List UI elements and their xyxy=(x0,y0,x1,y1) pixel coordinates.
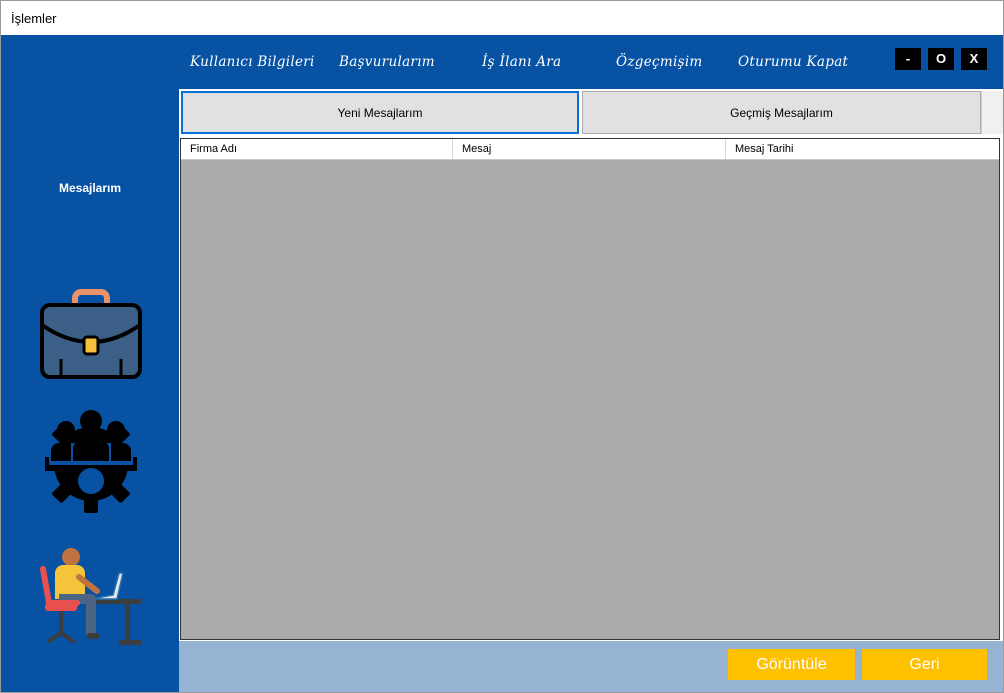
tab-new-messages[interactable]: Yeni Mesajlarım xyxy=(181,91,579,134)
bottom-action-bar: Görüntüle Geri xyxy=(179,641,1003,692)
tab-strip-end xyxy=(981,91,1003,134)
minimize-button[interactable]: - xyxy=(895,48,921,70)
person-at-desk-icon xyxy=(40,548,141,645)
column-header-firma-adi[interactable]: Firma Adı xyxy=(181,139,453,159)
column-header-mesaj-tarihi[interactable]: Mesaj Tarihi xyxy=(726,139,999,159)
nav-oturumu-kapat[interactable]: Oturumu Kapat xyxy=(738,54,848,70)
window-title: İşlemler xyxy=(11,11,57,26)
nav-is-ilani-ara[interactable]: İş İlanı Ara xyxy=(482,54,561,70)
nav-ozgecmisim[interactable]: Özgeçmişim xyxy=(616,54,703,70)
nav-basvurularim[interactable]: Başvurularım xyxy=(339,54,435,70)
messages-table[interactable]: Firma Adı Mesaj Mesaj Tarihi xyxy=(180,138,1000,640)
maximize-button[interactable]: O xyxy=(928,48,954,70)
title-bar: İşlemler xyxy=(1,1,1003,35)
view-button[interactable]: Görüntüle xyxy=(728,649,855,680)
app-window: İşlemler Mesajlarım Kullanıcı Bilgileri … xyxy=(0,0,1004,693)
message-tabs: Yeni Mesajlarım Geçmiş Mesajlarım xyxy=(179,89,1003,138)
sidebar: Mesajlarım xyxy=(1,35,179,692)
team-gear-icon xyxy=(45,410,137,513)
back-button[interactable]: Geri xyxy=(862,649,987,680)
briefcase-icon xyxy=(40,289,142,379)
sidebar-section-label: Mesajlarım xyxy=(58,181,122,195)
tab-past-messages[interactable]: Geçmiş Mesajlarım xyxy=(582,91,981,134)
table-header: Firma Adı Mesaj Mesaj Tarihi xyxy=(181,139,999,160)
nav-kullanici-bilgileri[interactable]: Kullanıcı Bilgileri xyxy=(190,54,315,70)
column-header-mesaj[interactable]: Mesaj xyxy=(453,139,726,159)
top-navigation-bar: Kullanıcı Bilgileri Başvurularım İş İlan… xyxy=(179,35,1003,89)
close-button[interactable]: X xyxy=(961,48,987,70)
